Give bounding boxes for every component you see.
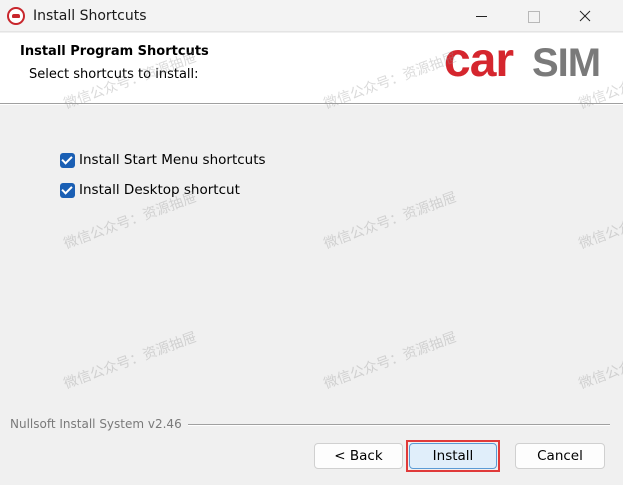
desktop-label[interactable]: Install Desktop shortcut <box>79 182 240 198</box>
watermark: 微信公众号：资源抽屉 <box>321 329 459 393</box>
watermark: 微信公众号：资源抽屉 <box>576 189 623 253</box>
start-menu-label[interactable]: Install Start Menu shortcuts <box>79 152 266 168</box>
watermark: 微信公众号：资源抽屉 <box>576 329 623 393</box>
watermark: 微信公众号：资源抽屉 <box>321 189 459 253</box>
install-button[interactable]: Install <box>409 443 497 469</box>
watermark: 微信公众号：资源抽屉 <box>61 329 199 393</box>
close-icon <box>579 10 591 22</box>
title-bar: Install Shortcuts <box>0 0 623 32</box>
desktop-checkbox[interactable] <box>60 182 75 198</box>
start-menu-option[interactable]: Install Start Menu shortcuts <box>60 150 266 170</box>
installer-branding: Nullsoft Install System v2.46 <box>10 417 182 431</box>
app-icon <box>7 7 25 25</box>
carsim-logo: car SIM <box>444 34 601 87</box>
desktop-option[interactable]: Install Desktop shortcut <box>60 180 240 200</box>
back-button[interactable]: < Back <box>314 443 403 469</box>
cancel-button[interactable]: Cancel <box>515 443 605 469</box>
maximize-button[interactable] <box>510 0 556 32</box>
minimize-button[interactable] <box>458 0 504 32</box>
close-button[interactable] <box>562 0 608 32</box>
svg-text:SIM: SIM <box>532 41 600 85</box>
start-menu-checkbox[interactable] <box>60 152 75 168</box>
branding-divider <box>188 424 610 426</box>
window-title: Install Shortcuts <box>33 8 147 24</box>
